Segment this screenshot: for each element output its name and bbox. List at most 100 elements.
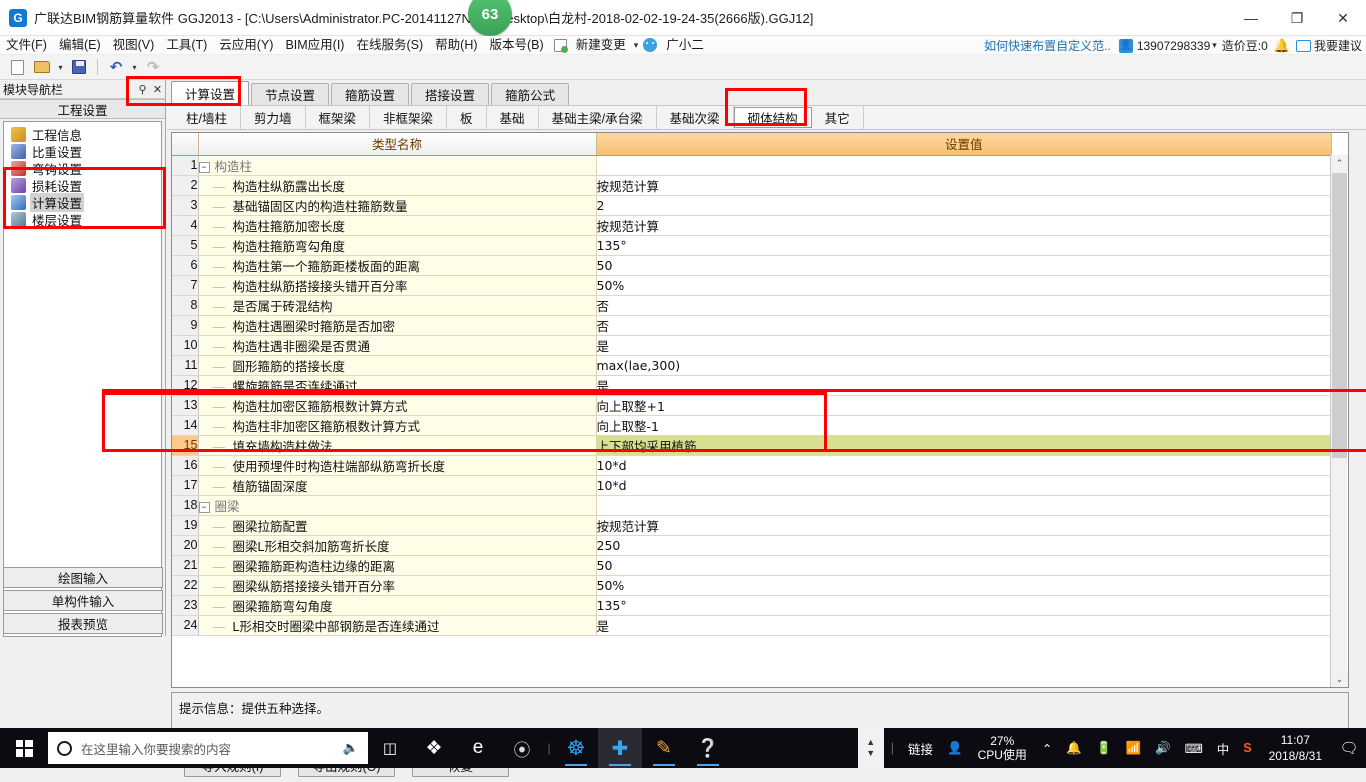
setting-value-cell[interactable]: 上下部均采用植筋 xyxy=(596,435,1332,456)
table-row[interactable]: 12螺旋箍筋是否连续通过是 xyxy=(172,375,1332,396)
tab-calc-settings[interactable]: 计算设置 xyxy=(171,81,250,105)
draw-input-button[interactable]: 绘图输入 xyxy=(3,567,163,588)
setting-value-cell[interactable]: 2 xyxy=(596,195,1332,216)
new-change-label[interactable]: 新建变更 xyxy=(570,36,632,55)
setting-value-cell[interactable]: 是 xyxy=(596,615,1332,636)
tab-stirrup-settings[interactable]: 箍筋设置 xyxy=(331,83,410,105)
table-row[interactable]: 9 构造柱遇圈梁时箍筋是否加密 否 xyxy=(172,315,1332,336)
table-row[interactable]: 13 构造柱加密区箍筋根数计算方式 向上取整+1 xyxy=(172,395,1332,416)
gld-app-icon[interactable]: ✚ xyxy=(598,728,642,768)
ps-app-icon[interactable]: ❖ xyxy=(412,728,456,768)
microphone-icon[interactable]: 🔈 xyxy=(343,740,359,756)
setting-value-cell[interactable]: 否 xyxy=(596,295,1332,316)
sidebar-item-weight-setting[interactable]: 比重设置 xyxy=(4,143,161,160)
table-row[interactable]: 2 构造柱纵筋露出长度 按规范计算 xyxy=(172,175,1332,196)
scroll-up-button[interactable]: ⌃ xyxy=(1331,155,1348,172)
collapse-toggle-icon[interactable]: − xyxy=(198,501,210,513)
setting-value-cell[interactable]: 135° xyxy=(596,595,1332,616)
notes-app-icon[interactable]: ✎ xyxy=(642,728,686,768)
setting-value-cell[interactable]: 向上取整-1 xyxy=(596,415,1332,436)
setting-value-cell[interactable]: 10*d xyxy=(596,455,1332,476)
table-row[interactable]: 8 是否属于砖混结构 否 xyxy=(172,295,1332,316)
tab-foundation-secondary-beam[interactable]: 基础次梁 xyxy=(657,106,734,129)
close-button[interactable]: ✕ xyxy=(1320,0,1366,36)
task-view-icon[interactable]: ◫ xyxy=(368,728,412,768)
setting-value-cell[interactable]: 250 xyxy=(596,535,1332,556)
cortana-app-icon[interactable]: ⦿ xyxy=(500,728,544,768)
tab-column-wall-column[interactable]: 柱/墙柱 xyxy=(173,106,241,129)
people-icon[interactable]: 👤 xyxy=(940,741,970,756)
single-element-input-button[interactable]: 单构件输入 xyxy=(3,590,163,611)
setting-value-cell[interactable]: 向上取整+1 xyxy=(596,395,1332,416)
tab-stirrup-formula[interactable]: 箍筋公式 xyxy=(491,83,570,105)
scrollbar-thumb[interactable] xyxy=(1332,173,1347,458)
sidebar-item-project-info[interactable]: 工程信息 xyxy=(4,126,161,143)
table-row[interactable]: 15 填充墙构造柱做法 上下部均采用植筋 xyxy=(172,435,1332,456)
tab-other[interactable]: 其它 xyxy=(812,106,864,129)
table-row[interactable]: 16 使用预埋件时构造柱端部纵筋弯折长度 10*d xyxy=(172,455,1332,476)
chevron-up-icon[interactable]: ⌃ xyxy=(1035,741,1059,756)
table-row[interactable]: 21 圈梁箍筋距构造柱边缘的距离 50 xyxy=(172,555,1332,576)
table-row[interactable]: 24 L形相交时圈梁中部钢筋是否连续通过 是 xyxy=(172,615,1332,636)
table-row[interactable]: 3 基础锚固区内的构造柱箍筋数量 2 xyxy=(172,195,1332,216)
report-preview-button[interactable]: 报表预览 xyxy=(3,613,163,634)
setting-value-cell[interactable]: 按规范计算 xyxy=(596,215,1332,236)
setting-value-cell[interactable]: 按规范计算 xyxy=(596,175,1332,196)
sidebar-item-hook-setting[interactable]: 弯钩设置 xyxy=(4,160,161,177)
bell-icon[interactable]: 🔔 xyxy=(1274,38,1290,54)
links-label[interactable]: 链接 xyxy=(901,739,940,758)
table-row[interactable]: 1− 构造柱 xyxy=(172,155,1332,176)
account-label[interactable]: 13907298339 xyxy=(1137,39,1210,53)
setting-value-cell[interactable] xyxy=(596,155,1332,176)
new-change-group[interactable]: 新建变更 ▾ 广小二 xyxy=(553,36,710,55)
undo-button[interactable]: ↶ xyxy=(105,57,127,77)
menu-file[interactable]: 文件(F) xyxy=(0,36,53,55)
setting-value-cell[interactable]: 是 xyxy=(596,335,1332,356)
keyboard-icon[interactable]: ⌨ xyxy=(1178,741,1210,756)
setting-value-cell[interactable]: 按规范计算 xyxy=(596,515,1332,536)
notification-center-icon[interactable]: 🗨 xyxy=(1332,728,1366,768)
tab-frame-beam[interactable]: 框架梁 xyxy=(306,106,371,129)
setting-value-cell[interactable]: 50% xyxy=(596,275,1332,296)
tab-lap-settings[interactable]: 搭接设置 xyxy=(411,83,490,105)
setting-value-cell[interactable]: 135° xyxy=(596,235,1332,256)
help-doc-icon[interactable]: ❔ xyxy=(686,728,730,768)
help-promo-link[interactable]: 如何快速布置自定义范.. xyxy=(976,37,1119,54)
tab-non-frame-beam[interactable]: 非框架梁 xyxy=(370,106,448,129)
menu-view[interactable]: 视图(V) xyxy=(107,36,161,55)
setting-value-cell[interactable]: 是 xyxy=(596,375,1332,396)
new-file-button[interactable] xyxy=(6,57,28,77)
menu-tools[interactable]: 工具(T) xyxy=(160,36,213,55)
table-row[interactable]: 7 构造柱纵筋搭接接头错开百分率 50% xyxy=(172,275,1332,296)
sogou-icon[interactable]: S xyxy=(1236,741,1258,755)
setting-value-cell[interactable]: 10*d xyxy=(596,475,1332,496)
table-row[interactable]: 22 圈梁纵筋搭接接头错开百分率 50% xyxy=(172,575,1332,596)
grid-vertical-scrollbar[interactable]: ⌃ ⌄ xyxy=(1330,155,1348,687)
setting-value-cell[interactable] xyxy=(596,495,1332,516)
edge-browser-icon[interactable]: e xyxy=(456,728,500,768)
table-row[interactable]: 23 圈梁箍筋弯勾角度 135° xyxy=(172,595,1332,616)
tab-masonry-structure[interactable]: 砌体结构 xyxy=(733,107,812,128)
chevron-down-icon[interactable]: ▾ xyxy=(634,40,639,51)
table-row[interactable]: 17 植筋锚固深度 10*d xyxy=(172,475,1332,496)
table-row[interactable]: 5 构造柱箍筋弯勾角度 135° xyxy=(172,235,1332,256)
volume-icon[interactable]: 🔊 xyxy=(1148,741,1178,756)
table-row[interactable]: 20 圈梁L形相交斜加筋弯折长度 250 xyxy=(172,535,1332,556)
table-row[interactable]: 6 构造柱第一个箍筋距楼板面的距离 50 xyxy=(172,255,1332,276)
sidebar-item-loss-setting[interactable]: 损耗设置 xyxy=(4,177,161,194)
setting-value-cell[interactable]: 50 xyxy=(596,555,1332,576)
sidebar-item-floor-setting[interactable]: 楼层设置 xyxy=(4,211,161,228)
menu-cloud-apps[interactable]: 云应用(Y) xyxy=(213,36,279,55)
bell-icon[interactable]: 🔔 xyxy=(1059,741,1089,756)
account-chevron-down-icon[interactable]: ▾ xyxy=(1212,40,1217,51)
sidebar-item-calc-setting[interactable]: 计算设置 xyxy=(4,193,161,212)
battery-icon[interactable]: 🔋 xyxy=(1089,741,1119,756)
menu-help[interactable]: 帮助(H) xyxy=(429,36,483,55)
close-panel-icon[interactable]: ✕ xyxy=(150,83,165,96)
tab-node-settings[interactable]: 节点设置 xyxy=(251,83,330,105)
wifi-icon[interactable]: 📶 xyxy=(1119,741,1149,756)
collapse-toggle-icon[interactable]: − xyxy=(198,161,210,173)
setting-value-cell[interactable]: 50% xyxy=(596,575,1332,596)
maximize-button[interactable]: ❐ xyxy=(1274,0,1320,36)
search-input[interactable]: 在这里输入你要搜索的内容 🔈 xyxy=(48,732,368,764)
